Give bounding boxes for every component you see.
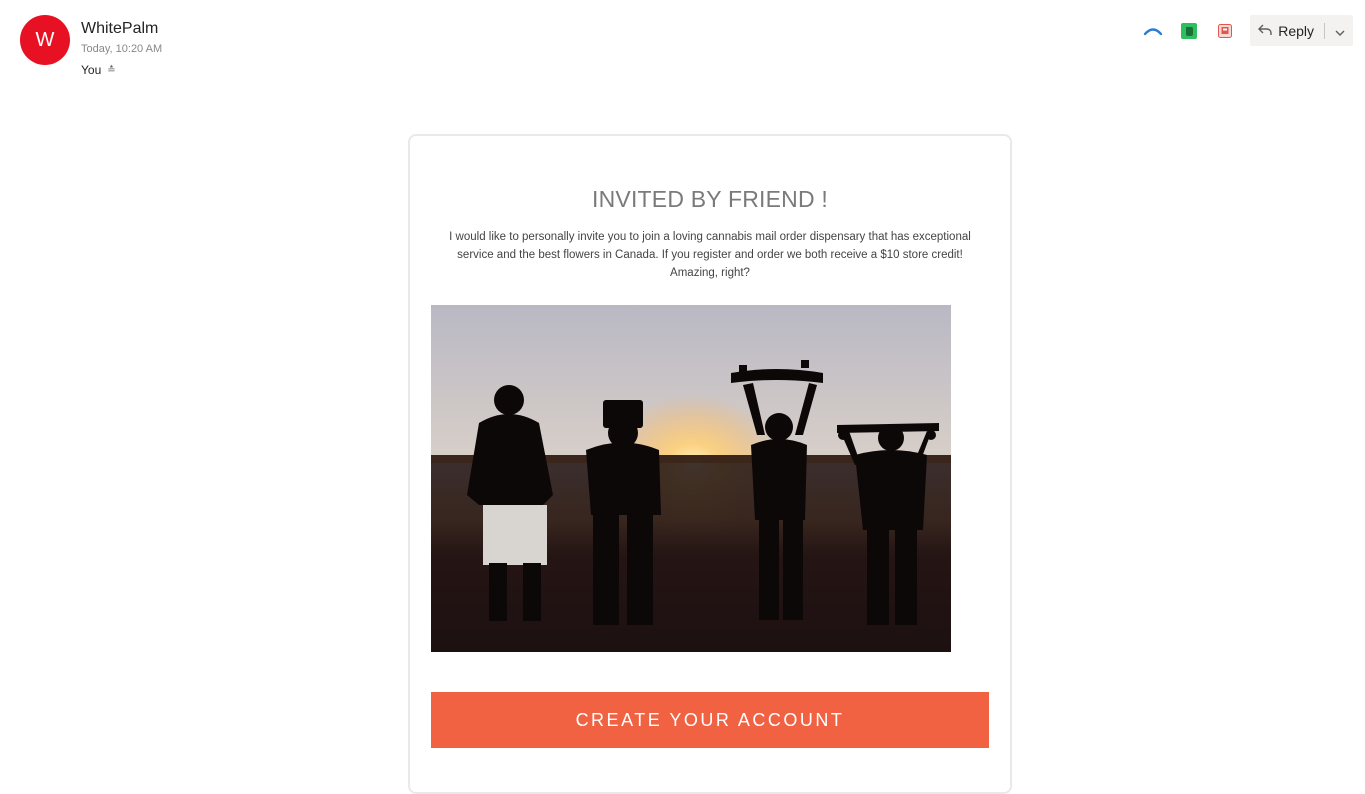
recipient-line[interactable]: You ≛	[81, 63, 116, 77]
evernote-icon[interactable]	[1178, 16, 1200, 46]
email-body: I would like to personally invite you to…	[449, 231, 971, 279]
hero-image	[431, 305, 951, 652]
message-actions: Reply	[1142, 15, 1353, 46]
email-title: INVITED BY FRIEND !	[592, 186, 828, 212]
message-timestamp: Today, 10:20 AM	[81, 43, 163, 55]
chevron-down-icon[interactable]	[1335, 23, 1345, 39]
reply-icon	[1258, 23, 1272, 39]
create-account-button[interactable]: CREATE YOUR ACCOUNT	[431, 692, 989, 748]
expand-recipients-icon[interactable]: ≛	[107, 65, 115, 76]
recipient-name: You	[81, 63, 102, 77]
email-card: INVITED BY FRIEND ! I would like to pers…	[408, 134, 1012, 794]
message-header: W WhitePalm Today, 10:20 AM You ≛ Reply	[0, 0, 1365, 90]
pdf-icon[interactable]	[1214, 16, 1236, 46]
reply-button[interactable]: Reply	[1250, 15, 1353, 46]
sender-avatar[interactable]: W	[20, 15, 70, 65]
reply-divider	[1324, 22, 1325, 39]
reply-label: Reply	[1278, 22, 1314, 39]
sender-name[interactable]: WhitePalm	[81, 20, 158, 38]
arrow-up-icon[interactable]	[1142, 16, 1164, 46]
